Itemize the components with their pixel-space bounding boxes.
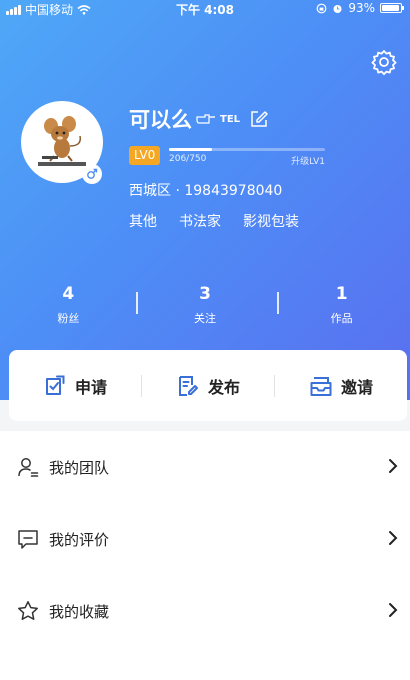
pointing-hand-icon [196, 114, 215, 124]
action-card: 申请 发布 邀请 [9, 350, 407, 421]
chevron-right-icon [389, 603, 398, 617]
menu-item-my-reviews[interactable]: 我的评价 [0, 503, 410, 575]
user-name: 可以么 [129, 108, 192, 132]
profession-tags: 其他 书法家 影视包装 [129, 211, 299, 231]
tag: 书法家 [179, 214, 221, 230]
status-bar: 中国移动 下午 4:08 93% [0, 0, 410, 18]
comment-icon [18, 530, 38, 549]
star-icon [18, 601, 38, 620]
invite-button[interactable]: 邀请 [275, 374, 407, 398]
stat-label: 粉丝 [57, 312, 80, 325]
stat-value: 1 [335, 284, 348, 304]
publish-label: 发布 [207, 377, 240, 397]
menu-label: 我的收藏 [49, 602, 110, 621]
stats-row: 4 粉丝 3 关注 1 作品 [0, 284, 410, 326]
stat-value: 3 [199, 284, 211, 304]
apply-button[interactable]: 申请 [9, 374, 141, 398]
exp-progress-fill [169, 148, 212, 151]
menu-item-my-favorites[interactable]: 我的收藏 [0, 575, 410, 647]
profile-header [0, 0, 410, 400]
tag: 其他 [129, 214, 157, 230]
stat-label: 作品 [330, 312, 353, 325]
chevron-right-icon [389, 531, 398, 545]
stat-divider [136, 292, 138, 314]
edit-icon[interactable] [250, 110, 268, 128]
chevron-right-icon [389, 459, 398, 473]
level-section: LV0 206/750 升级LV1 [129, 146, 325, 167]
settings-gear-icon[interactable] [370, 48, 398, 76]
exp-progress-bar [169, 148, 325, 151]
exp-value: 206/750 [169, 154, 207, 164]
publish-icon [178, 375, 198, 396]
stat-fans[interactable]: 4 粉丝 [0, 284, 137, 326]
battery-percent: 93% [348, 1, 375, 15]
stat-works[interactable]: 1 作品 [273, 284, 410, 326]
user-name-row: 可以么 TEL [129, 104, 268, 134]
invite-icon [310, 376, 332, 396]
orientation-lock-icon [316, 3, 327, 13]
alarm-icon [333, 4, 342, 13]
team-icon [18, 458, 39, 477]
publish-button[interactable]: 发布 [142, 374, 274, 398]
stat-divider [277, 292, 279, 314]
menu-list: 我的团队 我的评价 我的收藏 [0, 431, 410, 680]
invite-label: 邀请 [340, 377, 373, 397]
level-badge: LV0 [129, 146, 161, 165]
male-gender-icon [82, 164, 102, 184]
tag: 影视包装 [243, 214, 299, 230]
menu-label: 我的评价 [49, 530, 110, 549]
menu-item-my-team[interactable]: 我的团队 [0, 431, 410, 503]
stat-value: 4 [62, 284, 75, 304]
stat-following[interactable]: 3 关注 [137, 284, 274, 326]
location-phone: 西城区 · 19843978040 [129, 183, 283, 199]
tel-badge: TEL [220, 113, 241, 125]
apply-label: 申请 [74, 377, 107, 397]
apply-icon [45, 375, 65, 395]
menu-label: 我的团队 [49, 458, 110, 477]
upgrade-hint: 升级LV1 [291, 157, 325, 167]
stat-label: 关注 [194, 312, 216, 325]
battery-icon [380, 3, 404, 13]
